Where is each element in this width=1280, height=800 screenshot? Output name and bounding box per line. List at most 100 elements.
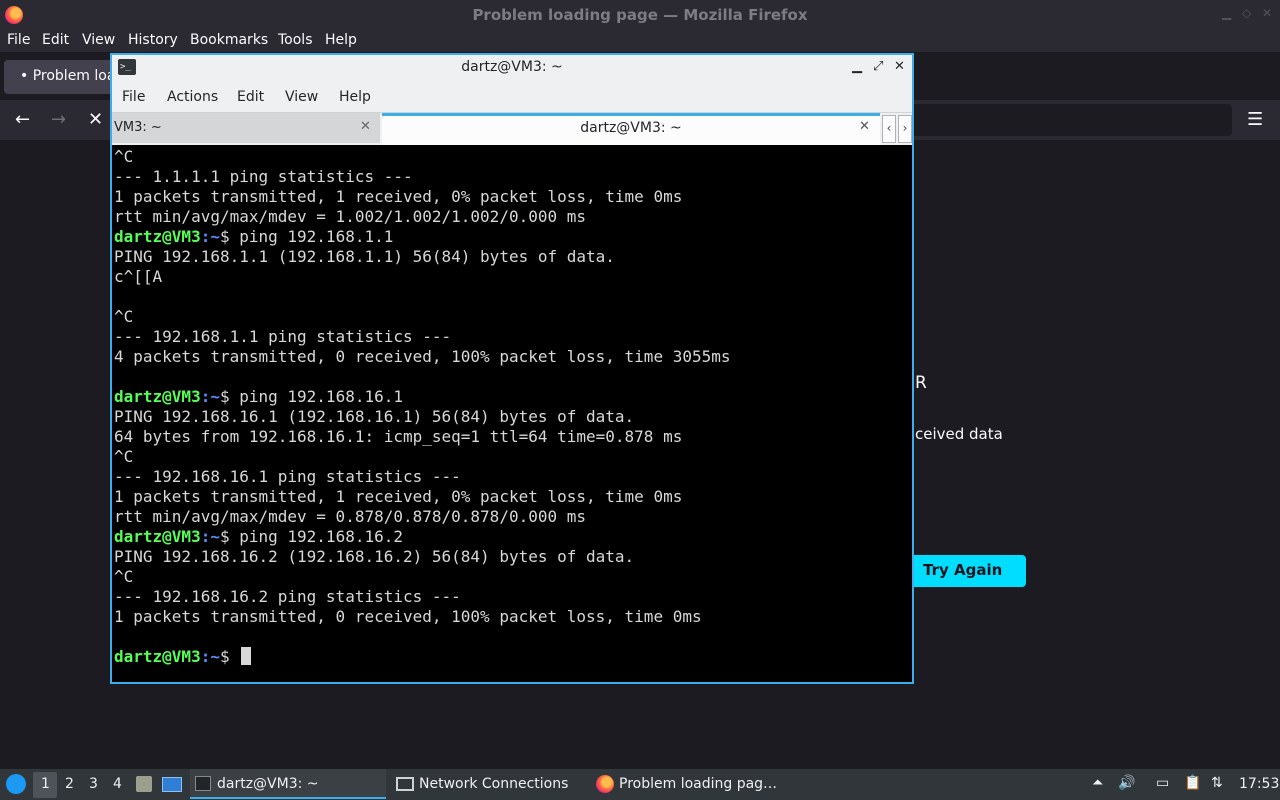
terminal-line: 1 packets transmitted, 1 received, 0% pa… bbox=[114, 187, 683, 206]
network-status-icon[interactable]: ⇅ bbox=[1211, 775, 1223, 791]
terminal-line: ^C bbox=[114, 147, 134, 166]
app-menu-icon[interactable]: ☰ bbox=[1247, 109, 1263, 130]
menu-actions[interactable]: Actions bbox=[167, 89, 218, 105]
stop-icon[interactable]: ✕ bbox=[88, 109, 103, 130]
command-text: ping 192.168.1.1 bbox=[239, 227, 394, 246]
terminal-icon bbox=[195, 776, 211, 791]
maximize-icon[interactable]: ⤢ bbox=[873, 59, 883, 74]
url-bar[interactable] bbox=[880, 104, 1232, 136]
menu-bookmarks[interactable]: Bookmarks bbox=[190, 32, 268, 48]
menu-file[interactable]: File bbox=[7, 32, 30, 48]
command-text: ping 192.168.16.1 bbox=[239, 387, 403, 406]
firefox-titlebar[interactable]: Problem loading page — Mozilla Firefox ▁… bbox=[0, 0, 1280, 30]
prompt-symbol: $ bbox=[219, 227, 240, 246]
menu-help[interactable]: Help bbox=[325, 32, 357, 48]
text-cursor bbox=[241, 647, 252, 665]
terminal-line: c^[[A bbox=[114, 267, 163, 286]
network-icon bbox=[396, 777, 414, 791]
clock[interactable]: 17:53 bbox=[1239, 776, 1279, 792]
show-desktop-icon[interactable] bbox=[162, 777, 182, 792]
terminal-tab-1[interactable]: VM3: ~ ✕ bbox=[112, 113, 380, 143]
terminal-tab-2[interactable]: dartz@VM3: ~ ✕ bbox=[382, 113, 880, 145]
file-manager-icon[interactable] bbox=[136, 776, 152, 792]
prompt-path: :~ bbox=[200, 387, 220, 406]
firefox-menubar: File Edit View History Bookmarks Tools H… bbox=[0, 30, 1280, 52]
task-terminal[interactable]: dartz@VM3: ~ bbox=[190, 769, 386, 799]
workspace-1[interactable]: 1 bbox=[41, 776, 50, 792]
start-menu-icon[interactable] bbox=[6, 774, 26, 794]
menu-edit[interactable]: Edit bbox=[42, 32, 69, 48]
menu-file[interactable]: File bbox=[122, 89, 145, 105]
terminal-output[interactable]: ^C --- 1.1.1.1 ping statistics --- 1 packe… bbox=[112, 145, 912, 682]
terminal-line: 4 packets transmitted, 0 received, 100% … bbox=[114, 347, 731, 366]
terminal-window: >_ dartz@VM3: ~ ▁ ⤢ ✕ File Actions Edit … bbox=[110, 53, 914, 684]
prompt-path: :~ bbox=[200, 527, 220, 546]
back-arrow-icon[interactable]: ← bbox=[15, 109, 30, 130]
close-tab-icon[interactable]: ✕ bbox=[859, 119, 870, 134]
terminal-line: dartz@VM3:~$ ping 192.168.1.1 bbox=[114, 227, 912, 247]
task-label: dartz@VM3: ~ bbox=[217, 776, 319, 792]
error-text-fragment: ceived data bbox=[915, 425, 1003, 443]
menu-view[interactable]: View bbox=[285, 89, 318, 105]
firefox-icon bbox=[596, 775, 614, 793]
prompt-path: :~ bbox=[200, 647, 220, 666]
terminal-line: rtt min/avg/max/mdev = 1.002/1.002/1.002… bbox=[114, 207, 587, 226]
workspace-4[interactable]: 4 bbox=[113, 776, 122, 792]
tab-label: VM3: ~ bbox=[114, 120, 162, 135]
clipboard-icon[interactable]: 📋 bbox=[1184, 775, 1201, 791]
terminal-line: --- 192.168.16.2 ping statistics --- bbox=[114, 587, 461, 606]
prompt-symbol: $ bbox=[219, 527, 240, 546]
try-again-button[interactable]: Try Again bbox=[908, 555, 1026, 587]
prompt-path: :~ bbox=[200, 227, 220, 246]
terminal-line: dartz@VM3:~$ ping 192.168.16.1 bbox=[114, 387, 912, 407]
restore-icon[interactable]: ◇ bbox=[1242, 6, 1251, 20]
prompt-user: dartz@VM3 bbox=[114, 527, 201, 546]
prompt-symbol: $ bbox=[219, 387, 240, 406]
scroll-tabs-right-icon[interactable]: › bbox=[898, 115, 912, 143]
task-network-connections[interactable]: Network Connections bbox=[390, 769, 586, 799]
close-tab-icon[interactable]: ✕ bbox=[360, 119, 371, 134]
tab-label: dartz@VM3: ~ bbox=[580, 120, 682, 136]
terminal-line: --- 192.168.1.1 ping statistics --- bbox=[114, 327, 452, 346]
task-label: Problem loading pag… bbox=[619, 776, 778, 792]
tray-expand-icon[interactable]: ⏶ bbox=[1092, 775, 1103, 791]
error-title-fragment: R bbox=[915, 373, 927, 393]
menu-tools[interactable]: Tools bbox=[278, 32, 313, 48]
terminal-line: PING 192.168.1.1 (192.168.1.1) 56(84) by… bbox=[114, 247, 615, 266]
menu-edit[interactable]: Edit bbox=[237, 89, 264, 105]
minimize-icon[interactable]: ▁ bbox=[852, 59, 862, 74]
minimize-icon[interactable]: ▁ bbox=[1222, 6, 1231, 20]
task-label: Network Connections bbox=[419, 776, 569, 792]
prompt-user: dartz@VM3 bbox=[114, 647, 201, 666]
terminal-titlebar[interactable]: >_ dartz@VM3: ~ ▁ ⤢ ✕ bbox=[112, 55, 912, 81]
terminal-line: ^C bbox=[114, 567, 134, 586]
terminal-tabbar: VM3: ~ ✕ dartz@VM3: ~ ✕ ‹ › bbox=[112, 113, 912, 145]
menu-view[interactable]: View bbox=[82, 32, 115, 48]
firefox-window-title: Problem loading page — Mozilla Firefox bbox=[472, 6, 808, 24]
task-firefox[interactable]: Problem loading pag… bbox=[592, 769, 788, 799]
close-icon[interactable]: ✕ bbox=[1262, 6, 1272, 20]
menu-help[interactable]: Help bbox=[339, 89, 371, 105]
menu-history[interactable]: History bbox=[128, 32, 178, 48]
taskbar: 1 2 3 4 dartz@VM3: ~ Network Connections… bbox=[0, 768, 1280, 800]
terminal-line: ^C bbox=[114, 447, 134, 466]
terminal-line: dartz@VM3:~$ ping 192.168.16.2 bbox=[114, 527, 912, 547]
prompt-user: dartz@VM3 bbox=[114, 227, 201, 246]
terminal-line: rtt min/avg/max/mdev = 0.878/0.878/0.878… bbox=[114, 507, 587, 526]
volume-icon[interactable]: 🔊 bbox=[1118, 775, 1135, 791]
terminal-line: 64 bytes from 192.168.16.1: icmp_seq=1 t… bbox=[114, 427, 683, 446]
terminal-line: 1 packets transmitted, 1 received, 0% pa… bbox=[114, 487, 683, 506]
terminal-line: --- 1.1.1.1 ping statistics --- bbox=[114, 167, 413, 186]
workspace-2[interactable]: 2 bbox=[65, 776, 74, 792]
command-text: ping 192.168.16.2 bbox=[239, 527, 403, 546]
terminal-line: PING 192.168.16.2 (192.168.16.2) 56(84) … bbox=[114, 547, 635, 566]
terminal-line: dartz@VM3:~$ bbox=[114, 647, 912, 667]
scroll-tabs-left-icon[interactable]: ‹ bbox=[882, 115, 896, 143]
forward-arrow-icon[interactable]: → bbox=[51, 109, 66, 130]
display-icon[interactable]: ▭ bbox=[1156, 775, 1169, 791]
prompt-user: dartz@VM3 bbox=[114, 387, 201, 406]
workspace-3[interactable]: 3 bbox=[89, 776, 98, 792]
close-icon[interactable]: ✕ bbox=[894, 59, 905, 74]
